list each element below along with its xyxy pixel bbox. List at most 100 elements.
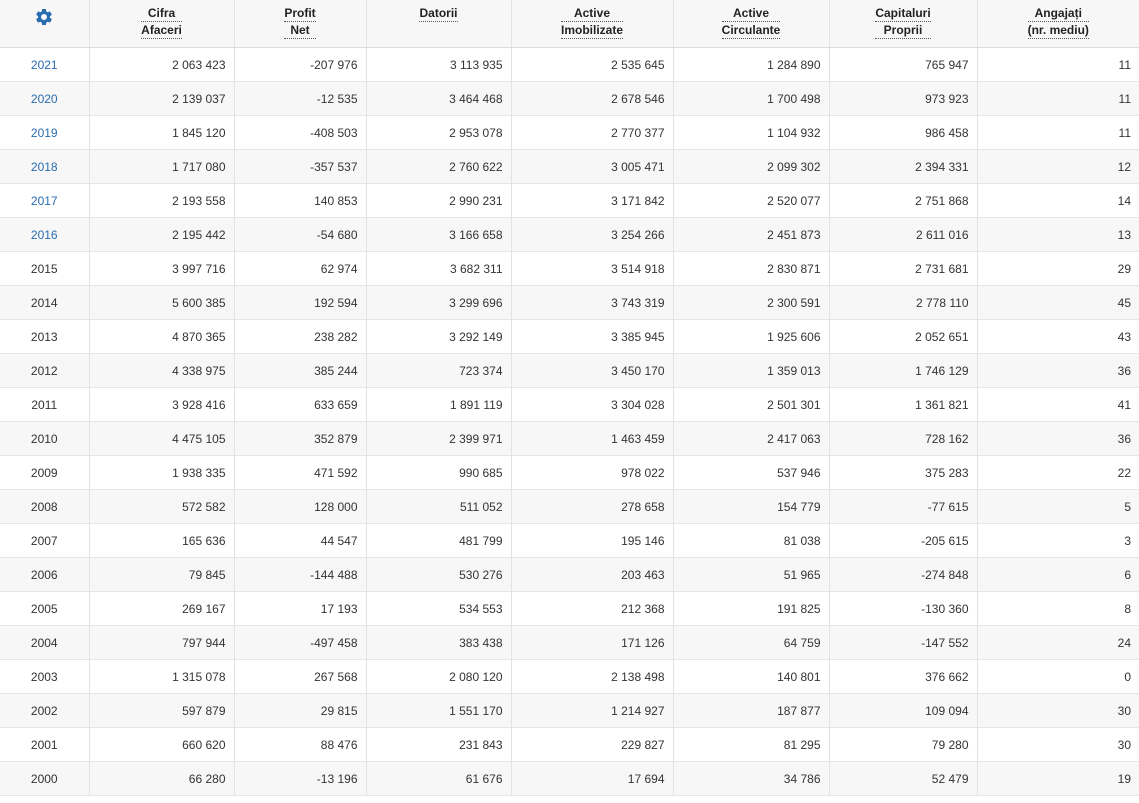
settings-cell	[0, 0, 90, 48]
year-cell[interactable]: 2016	[0, 217, 90, 252]
column-header-angajati[interactable]: Angajați (nr. mediu)	[977, 0, 1139, 48]
cell-angajati: 12	[977, 149, 1139, 184]
cell-profit-net: 385 244	[234, 353, 367, 388]
cell-datorii: 990 685	[366, 455, 512, 490]
cell-active-circulante: 81 295	[673, 727, 830, 762]
cell-profit-net: 192 594	[234, 285, 367, 320]
cell-profit-net: -207 976	[234, 47, 367, 82]
cell-cifra-afaceri: 4 475 105	[89, 421, 235, 456]
year-cell: 2006	[0, 557, 90, 592]
table-row: 2001 660 620 88 476 231 843 229 827 81 295 79 …	[0, 727, 1139, 762]
table-row: 2007 165 636 44 547 481 799 195 146 81 038 -20…	[0, 523, 1139, 558]
column-header-datorii[interactable]: Datorii	[366, 0, 512, 48]
cell-active-circulante: 64 759	[673, 625, 830, 660]
cell-cifra-afaceri: 4 870 365	[89, 319, 235, 354]
cell-capitaluri-proprii: -130 360	[829, 591, 978, 626]
cell-profit-net: -54 680	[234, 217, 367, 252]
cell-active-imobilizate: 3 385 945	[511, 319, 674, 354]
cell-profit-net: 62 974	[234, 251, 367, 286]
column-header-capitaluri-proprii[interactable]: Capitaluri Proprii	[829, 0, 978, 48]
cell-active-circulante: 1 925 606	[673, 319, 830, 354]
cell-angajati: 36	[977, 421, 1139, 456]
cell-profit-net: 17 193	[234, 591, 367, 626]
cell-datorii: 3 113 935	[366, 47, 512, 82]
column-header-line: (nr. mediu)	[1027, 23, 1089, 39]
cell-datorii: 2 080 120	[366, 659, 512, 694]
year-link[interactable]: 2019	[31, 126, 58, 140]
cell-active-circulante: 2 451 873	[673, 217, 830, 252]
cell-profit-net: 128 000	[234, 489, 367, 524]
cell-cifra-afaceri: 3 928 416	[89, 387, 235, 422]
year-cell: 2010	[0, 421, 90, 456]
cell-datorii: 723 374	[366, 353, 512, 388]
cell-active-imobilizate: 2 678 546	[511, 81, 674, 116]
year-cell[interactable]: 2018	[0, 149, 90, 184]
year-cell[interactable]: 2021	[0, 47, 90, 82]
year-cell[interactable]: 2020	[0, 81, 90, 116]
cell-datorii: 1 551 170	[366, 693, 512, 728]
year-link[interactable]: 2018	[31, 160, 58, 174]
year-link[interactable]: 2017	[31, 194, 58, 208]
cell-active-imobilizate: 278 658	[511, 489, 674, 524]
cell-active-circulante: 51 965	[673, 557, 830, 592]
year-cell: 2013	[0, 319, 90, 354]
column-header-line: Datorii	[419, 6, 458, 22]
cell-active-circulante: 537 946	[673, 455, 830, 490]
cell-capitaluri-proprii: 2 751 868	[829, 183, 978, 218]
cell-profit-net: 471 592	[234, 455, 367, 490]
table-row: 2010 4 475 105 352 879 2 399 971 1 463 459 2 …	[0, 421, 1139, 456]
cell-datorii: 3 682 311	[366, 251, 512, 286]
year-cell[interactable]: 2019	[0, 115, 90, 150]
table-row: 2015 3 997 716 62 974 3 682 311 3 514 918 2 8…	[0, 251, 1139, 286]
cell-datorii: 3 292 149	[366, 319, 512, 354]
column-header-cifra-afaceri[interactable]: Cifra Afaceri	[89, 0, 235, 48]
column-header-active-circulante[interactable]: Active Circulante	[673, 0, 830, 48]
cell-active-imobilizate: 3 743 319	[511, 285, 674, 320]
cell-angajati: 6	[977, 557, 1139, 592]
cell-angajati: 36	[977, 353, 1139, 388]
cell-capitaluri-proprii: 2 052 651	[829, 319, 978, 354]
year-link[interactable]: 2020	[31, 92, 58, 106]
cell-capitaluri-proprii: 109 094	[829, 693, 978, 728]
column-header-profit-net[interactable]: Profit Net	[234, 0, 367, 48]
cell-angajati: 30	[977, 693, 1139, 728]
cell-active-circulante: 2 520 077	[673, 183, 830, 218]
column-header-line: Circulante	[721, 23, 781, 39]
cell-cifra-afaceri: 2 063 423	[89, 47, 235, 82]
cell-angajati: 41	[977, 387, 1139, 422]
cell-datorii: 3 464 468	[366, 81, 512, 116]
column-header-active-imobilizate[interactable]: Active Imobilizate	[511, 0, 674, 48]
year-cell: 2001	[0, 727, 90, 762]
cell-profit-net: 238 282	[234, 319, 367, 354]
cell-angajati: 30	[977, 727, 1139, 762]
cell-active-circulante: 1 700 498	[673, 81, 830, 116]
column-header-label: Profit Net	[284, 5, 316, 39]
column-header-label: Active Circulante	[721, 5, 781, 39]
cell-active-circulante: 1 284 890	[673, 47, 830, 82]
year-link[interactable]: 2021	[31, 58, 58, 72]
cell-capitaluri-proprii: 1 361 821	[829, 387, 978, 422]
cell-profit-net: -12 535	[234, 81, 367, 116]
cell-capitaluri-proprii: 973 923	[829, 81, 978, 116]
gear-icon[interactable]	[34, 7, 54, 30]
cell-profit-net: 633 659	[234, 387, 367, 422]
cell-capitaluri-proprii: 2 394 331	[829, 149, 978, 184]
cell-cifra-afaceri: 2 195 442	[89, 217, 235, 252]
year-cell: 2000	[0, 761, 90, 796]
column-header-label: Cifra Afaceri	[141, 5, 182, 39]
cell-profit-net: 88 476	[234, 727, 367, 762]
column-header-line: Imobilizate	[560, 23, 623, 39]
cell-cifra-afaceri: 269 167	[89, 591, 235, 626]
cell-angajati: 19	[977, 761, 1139, 796]
year-cell[interactable]: 2017	[0, 183, 90, 218]
cell-active-imobilizate: 3 514 918	[511, 251, 674, 286]
cell-capitaluri-proprii: -77 615	[829, 489, 978, 524]
cell-active-circulante: 187 877	[673, 693, 830, 728]
cell-active-imobilizate: 195 146	[511, 523, 674, 558]
year-link[interactable]: 2016	[31, 228, 58, 242]
cell-capitaluri-proprii: 52 479	[829, 761, 978, 796]
cell-cifra-afaceri: 2 139 037	[89, 81, 235, 116]
cell-profit-net: 44 547	[234, 523, 367, 558]
year-cell: 2005	[0, 591, 90, 626]
table-row: 2018 1 717 080 -357 537 2 760 622 3 005 471 2…	[0, 149, 1139, 184]
